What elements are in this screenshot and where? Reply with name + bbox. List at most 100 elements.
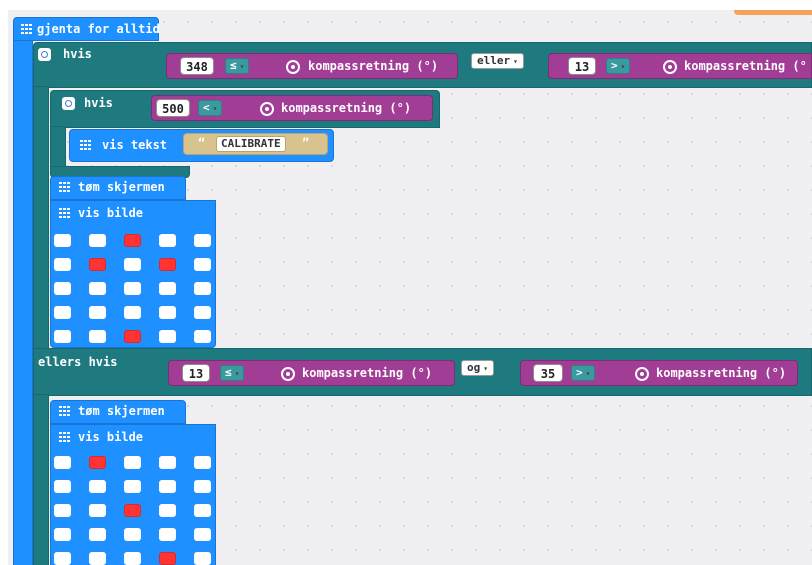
else-if-block-arm xyxy=(33,394,49,565)
led-cell-r1-c3[interactable] xyxy=(124,234,141,247)
led-cell-r5-c4[interactable] xyxy=(159,552,176,565)
show-text-label: vis tekst xyxy=(102,138,168,152)
clear-screen-label: tøm skjermen xyxy=(78,404,165,418)
inner-if-label: hvis xyxy=(84,96,113,110)
value-input-35[interactable]: 35 xyxy=(533,364,563,382)
operator-symbol: > xyxy=(576,366,583,379)
compass-icon xyxy=(635,367,649,381)
compass-reporter-label: kompassretning (°) xyxy=(302,366,433,380)
led-cell-r1-c4[interactable] xyxy=(159,456,176,469)
compass-icon xyxy=(281,367,295,381)
led-cell-r2-c4[interactable] xyxy=(159,480,176,493)
led-cell-r1-c2[interactable] xyxy=(89,456,106,469)
operator-dropdown-2[interactable]: > ▾ xyxy=(606,58,631,74)
led-cell-r2-c4[interactable] xyxy=(159,258,176,271)
led-cell-r3-c3[interactable] xyxy=(124,282,141,295)
led-cell-r3-c2[interactable] xyxy=(89,504,106,517)
settings-gear-icon[interactable] xyxy=(38,48,51,61)
led-cell-r4-c1[interactable] xyxy=(54,306,71,319)
forever-block[interactable]: gjenta for alltid xyxy=(13,17,160,41)
led-cell-r3-c1[interactable] xyxy=(54,504,71,517)
value-input-13-b[interactable]: 13 xyxy=(182,364,210,382)
code-workspace[interactable]: gjenta for alltid hvis 348 ≤ ▾ kompassret… xyxy=(8,10,812,565)
quote-open-icon: “ xyxy=(198,136,206,150)
value-input-348[interactable]: 348 xyxy=(180,57,214,75)
led-cell-r2-c1[interactable] xyxy=(54,258,71,271)
settings-gear-icon[interactable] xyxy=(62,97,75,110)
led-cell-r3-c4[interactable] xyxy=(159,504,176,517)
show-image-block[interactable] xyxy=(50,200,216,348)
led-cell-r2-c1[interactable] xyxy=(54,480,71,493)
led-cell-r4-c5[interactable] xyxy=(194,306,211,319)
led-cell-r5-c3[interactable] xyxy=(124,330,141,343)
led-cell-r4-c5[interactable] xyxy=(194,528,211,541)
led-cell-r4-c3[interactable] xyxy=(124,306,141,319)
led-cell-r3-c5[interactable] xyxy=(194,282,211,295)
led-cell-r3-c1[interactable] xyxy=(54,282,71,295)
text-value-field[interactable]: CALIBRATE xyxy=(216,136,286,152)
compass-icon xyxy=(663,60,677,74)
led-cell-r1-c1[interactable] xyxy=(54,456,71,469)
grid-icon xyxy=(21,24,32,34)
led-cell-r3-c4[interactable] xyxy=(159,282,176,295)
led-cell-r2-c3[interactable] xyxy=(124,258,141,271)
led-cell-r5-c5[interactable] xyxy=(194,330,211,343)
led-cell-r5-c4[interactable] xyxy=(159,330,176,343)
led-cell-r4-c2[interactable] xyxy=(89,306,106,319)
led-cell-r1-c2[interactable] xyxy=(89,234,106,247)
compass-icon xyxy=(260,102,274,116)
operator-dropdown-5[interactable]: > ▾ xyxy=(571,365,596,381)
led-cell-r1-c5[interactable] xyxy=(194,234,211,247)
led-cell-r5-c1[interactable] xyxy=(54,552,71,565)
compass-reporter-label: kompassretning (° xyxy=(684,59,807,73)
led-cell-r2-c3[interactable] xyxy=(124,480,141,493)
grid-icon xyxy=(59,406,70,416)
operator-symbol: > xyxy=(611,59,618,72)
operator-dropdown-3[interactable]: < ▾ xyxy=(198,100,223,116)
led-cell-r5-c2[interactable] xyxy=(89,552,106,565)
value-input-13[interactable]: 13 xyxy=(568,57,596,75)
grid-icon xyxy=(59,208,70,218)
operator-dropdown-1[interactable]: ≤ ▾ xyxy=(225,58,250,74)
operator-symbol: ≤ xyxy=(230,59,237,72)
value-input-500[interactable]: 500 xyxy=(156,99,190,117)
led-cell-r4-c4[interactable] xyxy=(159,528,176,541)
operator-symbol: < xyxy=(203,101,210,114)
grid-icon xyxy=(80,140,91,150)
forever-block-arm xyxy=(13,40,33,565)
forever-label: gjenta for alltid xyxy=(37,22,160,36)
compass-reporter-label: kompassretning (°) xyxy=(281,101,412,115)
led-cell-r4-c1[interactable] xyxy=(54,528,71,541)
led-cell-r5-c1[interactable] xyxy=(54,330,71,343)
led-cell-r2-c2[interactable] xyxy=(89,258,106,271)
led-cell-r2-c2[interactable] xyxy=(89,480,106,493)
led-cell-r1-c4[interactable] xyxy=(159,234,176,247)
led-cell-r3-c5[interactable] xyxy=(194,504,211,517)
if-block-arm xyxy=(33,86,49,350)
compass-icon xyxy=(286,60,300,74)
led-cell-r1-c1[interactable] xyxy=(54,234,71,247)
show-image-label: vis bilde xyxy=(78,430,144,444)
led-cell-r5-c3[interactable] xyxy=(124,552,141,565)
led-cell-r1-c3[interactable] xyxy=(124,456,141,469)
and-operator-dropdown[interactable]: og ▾ xyxy=(461,360,495,376)
clear-screen-label: tøm skjermen xyxy=(78,180,165,194)
led-cell-r1-c5[interactable] xyxy=(194,456,211,469)
led-cell-r5-c5[interactable] xyxy=(194,552,211,565)
led-cell-r2-c5[interactable] xyxy=(194,258,211,271)
led-cell-r4-c2[interactable] xyxy=(89,528,106,541)
led-cell-r3-c2[interactable] xyxy=(89,282,106,295)
show-image-block-2[interactable] xyxy=(50,424,216,565)
led-cell-r4-c4[interactable] xyxy=(159,306,176,319)
led-cell-r4-c3[interactable] xyxy=(124,528,141,541)
led-cell-r3-c3[interactable] xyxy=(124,504,141,517)
led-cell-r5-c2[interactable] xyxy=(89,330,106,343)
led-cell-r2-c5[interactable] xyxy=(194,480,211,493)
compass-reporter-label: kompassretning (°) xyxy=(308,59,439,73)
compass-reporter-label: kompassretning (°) xyxy=(656,366,787,380)
else-if-label: ellers hvis xyxy=(38,355,118,369)
grid-icon xyxy=(59,432,70,442)
quote-close-icon: ” xyxy=(302,136,310,150)
or-operator-dropdown[interactable]: eller ▾ xyxy=(471,53,524,69)
operator-dropdown-4[interactable]: ≤ ▾ xyxy=(220,365,245,381)
